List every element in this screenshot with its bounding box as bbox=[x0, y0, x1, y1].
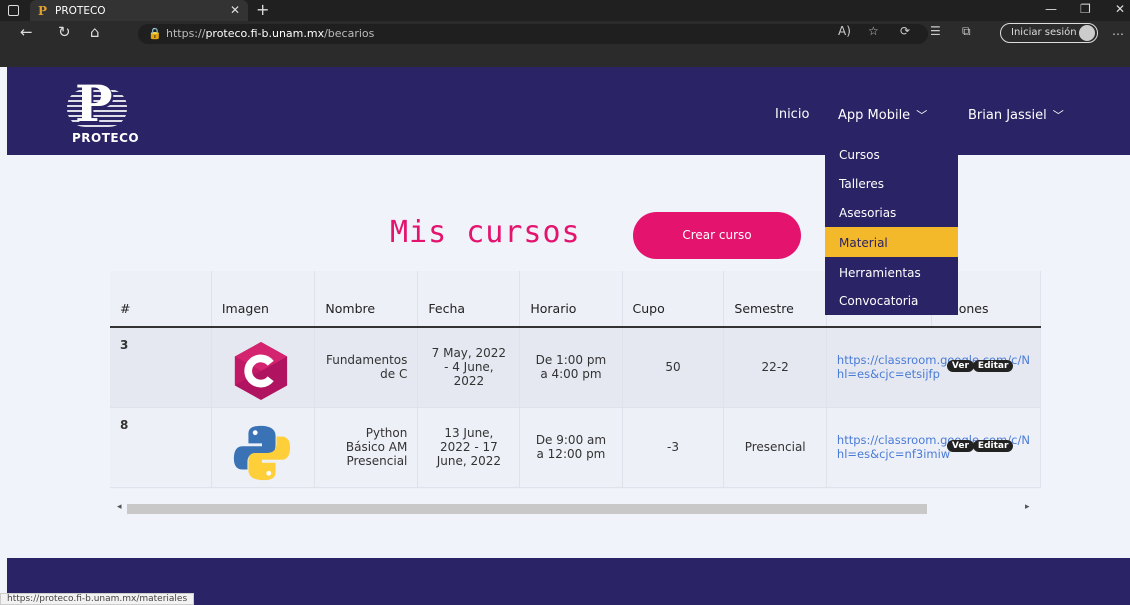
table-row: 8 Python Básico AM Presencial 13 June, 2… bbox=[110, 407, 1042, 488]
proteco-favicon-icon: P bbox=[38, 3, 48, 18]
course-date: 13 June, 2022 - 17 June, 2022 bbox=[417, 407, 521, 488]
minimize-icon[interactable]: — bbox=[1045, 2, 1057, 16]
course-schedule: De 1:00 pm a 4:00 pm bbox=[519, 327, 623, 408]
column-header: Cupo bbox=[622, 271, 725, 328]
edit-button[interactable]: Editar bbox=[972, 360, 1014, 372]
view-button[interactable]: Ver bbox=[946, 360, 974, 372]
course-schedule: De 9:00 am a 12:00 pm bbox=[519, 407, 623, 488]
column-header: Horario bbox=[519, 271, 623, 328]
column-header: Fecha bbox=[417, 271, 521, 328]
browser-status-bar: https://proteco.fi-b.unam.mx/materiales bbox=[0, 593, 195, 605]
read-aloud-icon[interactable]: A) bbox=[838, 24, 851, 38]
favorites-list-icon[interactable]: ☰ bbox=[930, 24, 941, 38]
nav-app-mobile-label: App Mobile bbox=[838, 108, 911, 123]
c-language-logo-icon bbox=[234, 342, 287, 401]
logo-text: PROTECO bbox=[72, 131, 140, 145]
course-actions-cell: https://classroom.google.com/c/N hl=es&cj… bbox=[826, 407, 1042, 488]
table-row: 3 Fundamentos de C 7 May, 2022 - 4 June,… bbox=[110, 327, 1042, 408]
url-scheme: https:// bbox=[166, 27, 206, 40]
dropdown-item-convocatoria[interactable]: Convocatoria bbox=[825, 291, 958, 321]
url-path: /becarios bbox=[324, 27, 375, 40]
course-image-cell bbox=[211, 407, 316, 488]
dropdown-item-herramientas[interactable]: Herramientas bbox=[825, 263, 958, 293]
column-header: Imagen bbox=[211, 271, 316, 328]
course-capacity: 50 bbox=[622, 327, 725, 408]
url-host: proteco.fi-b.unam.mx bbox=[205, 27, 325, 40]
scrollbar-thumb[interactable] bbox=[127, 504, 927, 514]
restore-icon[interactable]: ❐ bbox=[1080, 2, 1091, 16]
collections-icon[interactable]: ⧉ bbox=[962, 24, 971, 39]
course-id: 3 bbox=[110, 327, 212, 408]
column-header: # bbox=[110, 271, 212, 328]
nav-user-label: Brian Jassiel bbox=[968, 108, 1047, 123]
close-window-icon[interactable]: ✕ bbox=[1115, 2, 1125, 16]
python-logo-icon bbox=[233, 425, 290, 481]
view-button[interactable]: Ver bbox=[946, 439, 974, 452]
chevron-down-icon: ﹀ bbox=[916, 109, 928, 122]
browser-tab-bar: P PROTECO ✕ + — ❐ ✕ bbox=[0, 0, 1130, 21]
course-date: 7 May, 2022 - 4 June, 2022 bbox=[417, 327, 521, 408]
lock-icon: 🔒 bbox=[148, 27, 162, 40]
browser-toolbar: ← ↻ ⌂ 🔒 https://proteco.fi-b.unam.mx/bec… bbox=[0, 21, 1130, 67]
edit-button[interactable]: Editar bbox=[972, 439, 1014, 452]
profile-avatar-icon bbox=[1079, 25, 1095, 41]
tab-title: PROTECO bbox=[55, 4, 106, 17]
favorite-icon[interactable]: ☆ bbox=[868, 24, 879, 38]
course-semester: Presencial bbox=[723, 407, 827, 488]
nav-inicio[interactable]: Inicio bbox=[775, 107, 809, 122]
proteco-logo[interactable]: P PROTECO bbox=[67, 79, 157, 149]
dropdown-item-cursos[interactable]: Cursos bbox=[825, 145, 958, 175]
scroll-left-icon[interactable]: ◂ bbox=[117, 502, 122, 512]
window-menu-icon[interactable] bbox=[8, 5, 19, 16]
link-line2: hl=es&cjc=nf3imiw bbox=[836, 447, 951, 461]
nav-app-mobile[interactable]: App Mobile ﹀ bbox=[838, 107, 927, 123]
new-tab-icon[interactable]: + bbox=[256, 0, 269, 19]
create-course-button[interactable]: Crear curso bbox=[633, 212, 801, 259]
chevron-down-icon: ﹀ bbox=[1052, 109, 1064, 122]
logo-p-mark: P bbox=[75, 74, 113, 133]
column-header: Semestre bbox=[723, 271, 827, 328]
course-semester: 22-2 bbox=[723, 327, 827, 408]
course-actions-cell: https://classroom.google.com/c/N hl=es&cj… bbox=[826, 327, 1042, 408]
more-options-icon[interactable]: … bbox=[1112, 24, 1124, 38]
dropdown-item-material[interactable]: Material bbox=[825, 227, 958, 257]
back-icon[interactable]: ← bbox=[20, 23, 33, 41]
address-bar[interactable]: 🔒 https://proteco.fi-b.unam.mx/becarios bbox=[138, 24, 928, 44]
extensions-icon[interactable]: ⟳ bbox=[900, 24, 910, 38]
signin-button[interactable]: Iniciar sesión bbox=[1000, 23, 1098, 43]
course-capacity: -3 bbox=[622, 407, 725, 488]
column-header: Nombre bbox=[314, 271, 419, 328]
site-header: P PROTECO Inicio App Mobile ﹀ Brian Jassi… bbox=[7, 67, 1130, 155]
dropdown-item-talleres[interactable]: Talleres bbox=[825, 174, 958, 204]
home-icon[interactable]: ⌂ bbox=[90, 23, 100, 41]
course-id: 8 bbox=[110, 407, 212, 488]
page-title: Mis cursos bbox=[390, 215, 581, 250]
course-name: Python Básico AM Presencial bbox=[314, 407, 419, 488]
link-line2: hl=es&cjc=etsijfp bbox=[836, 367, 940, 382]
app-mobile-dropdown: Cursos Talleres Asesorias Material Herra… bbox=[825, 145, 958, 315]
nav-user-menu[interactable]: Brian Jassiel ﹀ bbox=[968, 107, 1064, 123]
close-tab-icon[interactable]: ✕ bbox=[230, 3, 240, 17]
course-name: Fundamentos de C bbox=[314, 327, 419, 408]
signin-label: Iniciar sesión bbox=[1011, 27, 1077, 38]
table-horizontal-scrollbar[interactable]: ◂ ▸ bbox=[115, 502, 1035, 515]
scroll-right-icon[interactable]: ▸ bbox=[1025, 502, 1030, 512]
course-image-cell bbox=[211, 327, 316, 408]
refresh-icon[interactable]: ↻ bbox=[58, 23, 71, 41]
browser-tab[interactable]: P PROTECO ✕ bbox=[30, 0, 248, 21]
